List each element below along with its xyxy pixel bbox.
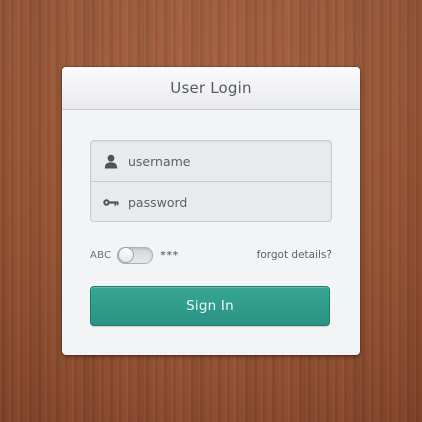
sign-in-button[interactable]: Sign In	[90, 286, 330, 326]
forgot-details-link[interactable]: forgot details?	[257, 249, 332, 261]
key-icon	[96, 198, 126, 207]
username-input[interactable]	[126, 141, 331, 181]
password-input[interactable]	[126, 182, 331, 222]
credentials-field-group	[90, 140, 332, 222]
username-field	[91, 141, 331, 181]
user-icon	[96, 154, 126, 169]
login-card: User Login username ABC *** forgot detai…	[62, 67, 360, 355]
login-title: User Login	[170, 79, 252, 97]
hide-text-label: ***	[160, 249, 180, 261]
password-field	[91, 181, 331, 222]
toggle-knob[interactable]	[118, 246, 135, 263]
show-text-label: ABC	[90, 249, 112, 261]
login-card-header: User Login	[62, 67, 360, 110]
options-row: ABC *** forgot details?	[90, 246, 332, 264]
show-password-toggle[interactable]	[117, 246, 154, 264]
